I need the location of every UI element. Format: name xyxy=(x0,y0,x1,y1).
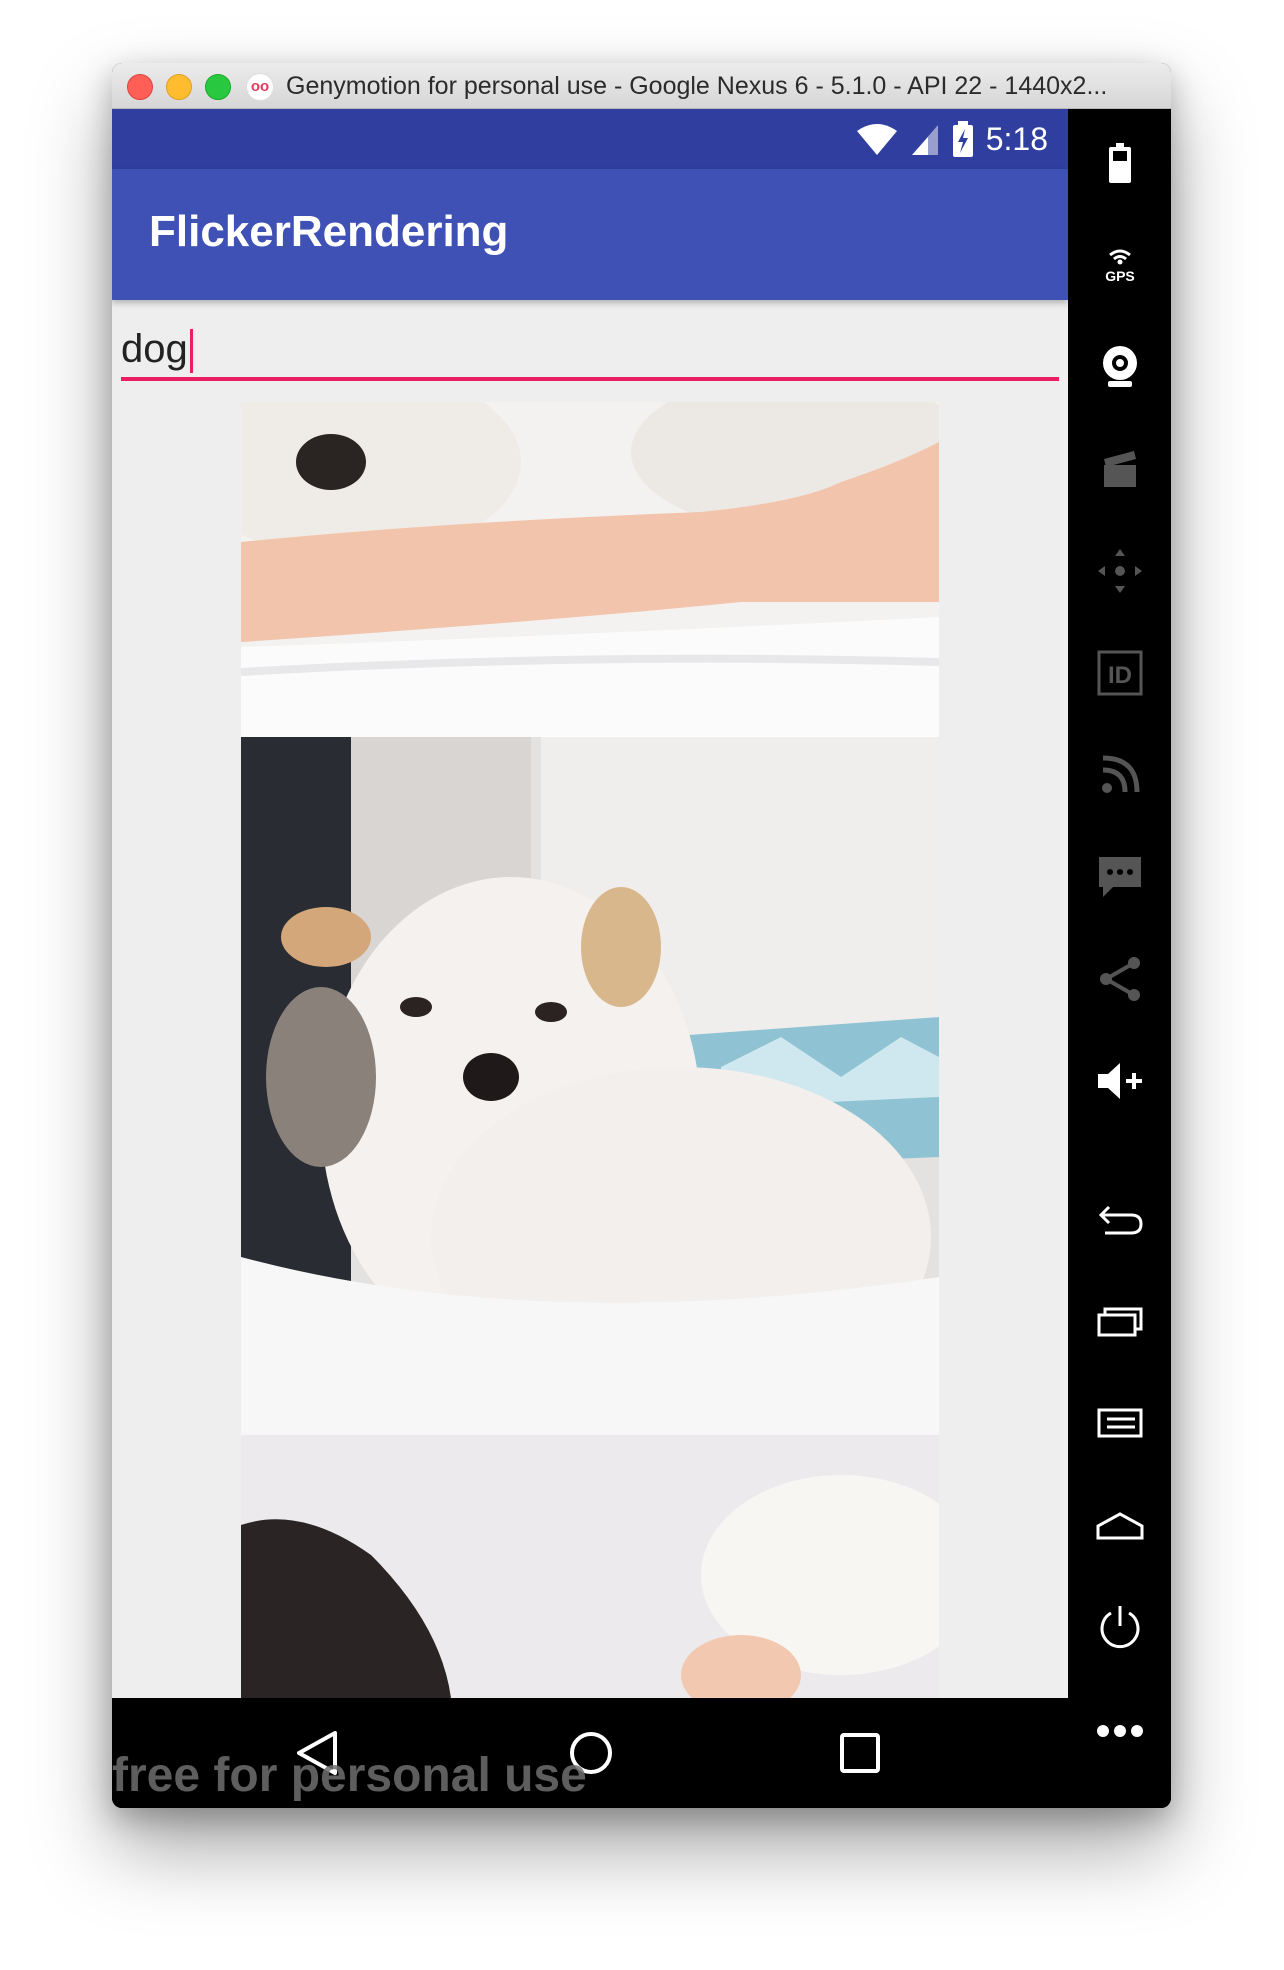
webcam-icon[interactable] xyxy=(1094,341,1146,393)
svg-text:GPS: GPS xyxy=(1105,268,1135,284)
text-caret xyxy=(189,329,193,374)
dog-photo-3 xyxy=(241,1435,939,1698)
window-title: Genymotion for personal use - Google Nex… xyxy=(286,72,1108,100)
close-button[interactable] xyxy=(127,74,153,100)
window-titlebar: oo Genymotion for personal use - Google … xyxy=(112,63,1171,109)
recents-icon[interactable] xyxy=(1094,1295,1146,1347)
dog-photo-1 xyxy=(241,402,939,737)
gps-icon[interactable]: GPS xyxy=(1094,239,1146,291)
dog-photo-2 xyxy=(241,737,939,1435)
zoom-button[interactable] xyxy=(205,74,231,100)
share-icon[interactable] xyxy=(1094,953,1146,1005)
genymotion-sidebar: GPS ID xyxy=(1068,109,1171,1808)
android-nav-bar: free for personal use xyxy=(112,1698,1068,1808)
watermark-text: free for personal use xyxy=(112,1749,587,1802)
minimize-button[interactable] xyxy=(166,74,192,100)
svg-text:ID: ID xyxy=(1108,662,1132,689)
emulator-window: oo Genymotion for personal use - Google … xyxy=(112,63,1171,1808)
search-input-text[interactable]: dog xyxy=(121,327,193,374)
recents-icon[interactable] xyxy=(830,1723,890,1783)
battery-charging-icon xyxy=(952,121,973,157)
app-title: FlickerRendering xyxy=(149,207,509,256)
id-icon[interactable]: ID xyxy=(1094,647,1146,699)
battery-icon[interactable] xyxy=(1094,137,1146,189)
result-image-3[interactable] xyxy=(241,1435,939,1698)
capture-icon[interactable] xyxy=(1094,443,1146,495)
cell-signal-icon xyxy=(911,125,938,155)
signal-icon[interactable] xyxy=(1094,749,1146,801)
app-toolbar: FlickerRendering xyxy=(112,169,1068,300)
search-input[interactable]: dog xyxy=(121,321,1059,381)
result-image-1[interactable] xyxy=(241,402,939,737)
search-input-underline xyxy=(121,377,1059,381)
status-clock: 5:18 xyxy=(985,120,1048,157)
dpad-icon[interactable] xyxy=(1094,545,1146,597)
more-icon[interactable] xyxy=(1094,1705,1146,1757)
home-icon[interactable] xyxy=(1094,1499,1146,1551)
android-status-bar: 5:18 xyxy=(112,109,1068,169)
power-icon[interactable] xyxy=(1094,1601,1146,1653)
genymotion-app-icon: oo xyxy=(246,73,274,101)
volume-up-icon[interactable] xyxy=(1094,1055,1146,1107)
result-image-2[interactable] xyxy=(241,737,939,1435)
device-screen: 5:18 FlickerRendering dog xyxy=(112,109,1068,1698)
sms-icon[interactable] xyxy=(1094,851,1146,903)
menu-icon[interactable] xyxy=(1094,1397,1146,1449)
back-icon[interactable] xyxy=(1094,1193,1146,1245)
wifi-icon xyxy=(856,124,897,155)
